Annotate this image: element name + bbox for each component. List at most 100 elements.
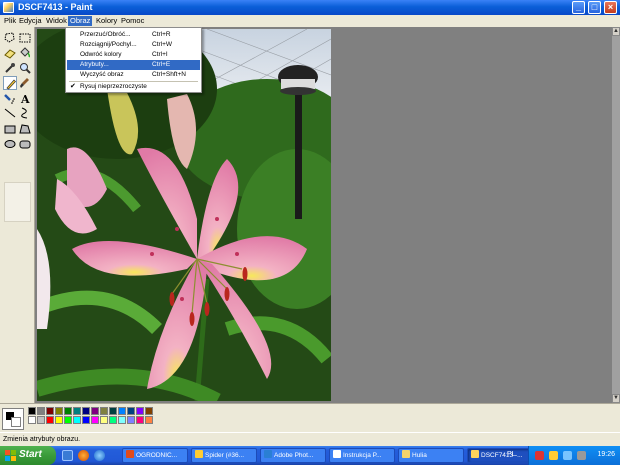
check-icon: ✔: [70, 83, 76, 90]
text-icon[interactable]: A: [18, 91, 32, 106]
antivirus-tray-icon[interactable]: [535, 451, 544, 460]
color-palette: [0, 403, 620, 432]
start-label: Start: [19, 449, 42, 460]
palette-swatch[interactable]: [64, 407, 72, 415]
volume-tray-icon[interactable]: [563, 451, 572, 460]
fill-bucket-icon[interactable]: [18, 46, 32, 60]
taskbar-button[interactable]: DSCF7413 -...: [467, 448, 533, 463]
menu-edycja[interactable]: Edycja: [17, 16, 44, 26]
browser-icon[interactable]: [94, 450, 105, 461]
palette-swatch[interactable]: [100, 407, 108, 415]
palette-swatch[interactable]: [28, 416, 36, 424]
language-indicator[interactable]: PL: [507, 451, 516, 458]
taskbar-button[interactable]: Adobe Phot...: [260, 448, 326, 463]
menu-item-clear-image[interactable]: Wyczyść obraz Ctrl+Shft+N: [67, 70, 200, 80]
palette-swatch[interactable]: [145, 407, 153, 415]
palette-swatch[interactable]: [145, 416, 153, 424]
rect-select-icon[interactable]: [18, 31, 32, 45]
rounded-rectangle-icon[interactable]: [18, 137, 32, 151]
system-tray: PL 19:26: [507, 446, 620, 465]
menu-bar: Plik Edycja Widok Obraz Kolory Pomoc: [0, 15, 620, 27]
palette-swatch[interactable]: [73, 407, 81, 415]
current-colors: [2, 408, 24, 430]
status-bar: Zmienia atrybuty obrazu.: [0, 432, 620, 446]
palette-swatch[interactable]: [82, 407, 90, 415]
close-button[interactable]: ×: [604, 1, 617, 14]
menu-item-stretch-skew[interactable]: Rozciągnij/Pochyl... Ctrl+W: [67, 40, 200, 50]
taskbar-button-label: OGRODNIC...: [136, 452, 178, 459]
palette-swatch[interactable]: [118, 407, 126, 415]
taskbar-button[interactable]: Instrukcja P...: [329, 448, 395, 463]
tool-options-box[interactable]: [4, 182, 31, 222]
palette-swatch[interactable]: [136, 416, 144, 424]
rectangle-icon[interactable]: [3, 122, 17, 136]
menu-item-attributes[interactable]: Atrybuty... Ctrl+E: [67, 60, 200, 70]
show-desktop-icon[interactable]: [62, 450, 73, 461]
firefox-icon[interactable]: [78, 450, 89, 461]
menu-obraz[interactable]: Obraz: [68, 16, 93, 26]
line-icon[interactable]: [3, 106, 17, 120]
taskbar-button-label: Adobe Phot...: [274, 452, 314, 459]
brush-icon[interactable]: [18, 76, 32, 90]
pencil-icon[interactable]: [3, 76, 17, 90]
ellipse-icon[interactable]: [3, 137, 17, 151]
taskbar-button[interactable]: Hulia: [398, 448, 464, 463]
taskbar-app-icon: [126, 450, 134, 458]
palette-swatch[interactable]: [46, 416, 54, 424]
palette-swatch[interactable]: [55, 407, 63, 415]
paint-app-icon[interactable]: [3, 2, 14, 13]
palette-swatch[interactable]: [136, 407, 144, 415]
toolbox: A: [0, 27, 35, 403]
palette-swatch[interactable]: [127, 416, 135, 424]
palette-swatch[interactable]: [91, 407, 99, 415]
palette-swatch[interactable]: [100, 416, 108, 424]
magnifier-icon[interactable]: [18, 61, 32, 75]
menu-widok[interactable]: Widok: [44, 16, 69, 26]
polygon-icon[interactable]: [18, 122, 32, 136]
palette-swatch[interactable]: [37, 416, 45, 424]
palette-swatch[interactable]: [127, 407, 135, 415]
menu-pomoc[interactable]: Pomoc: [119, 16, 146, 26]
window-title: DSCF7413 - Paint: [18, 2, 93, 12]
color-picker-icon[interactable]: [3, 61, 17, 75]
palette-swatch[interactable]: [109, 407, 117, 415]
eraser-icon[interactable]: [3, 46, 17, 60]
status-text: Zmienia atrybuty obrazu.: [3, 436, 81, 443]
maximize-button[interactable]: □: [588, 1, 601, 14]
palette-swatch[interactable]: [82, 416, 90, 424]
palette-swatch[interactable]: [64, 416, 72, 424]
taskbar-app-icon: [264, 450, 272, 458]
palette-swatch[interactable]: [109, 416, 117, 424]
palette-swatch[interactable]: [37, 407, 45, 415]
palette-swatch[interactable]: [73, 416, 81, 424]
clock[interactable]: 19:26: [597, 451, 615, 458]
airbrush-icon[interactable]: [3, 91, 17, 105]
palette-swatch[interactable]: [55, 416, 63, 424]
curve-icon[interactable]: [18, 106, 32, 120]
menu-kolory[interactable]: Kolory: [94, 16, 119, 26]
start-button[interactable]: Start: [0, 446, 56, 465]
taskbar-button-label: Hulia: [412, 452, 427, 459]
taskbar-button[interactable]: OGRODNIC...: [122, 448, 188, 463]
tray-icon[interactable]: [577, 451, 586, 460]
palette-swatch[interactable]: [28, 407, 36, 415]
scroll-up-arrow-icon[interactable]: ▲: [612, 27, 620, 36]
minimize-button[interactable]: _: [572, 1, 585, 14]
taskbar-app-icon: [402, 450, 410, 458]
background-color: [11, 417, 21, 427]
taskbar-button[interactable]: Spider (#36...: [191, 448, 257, 463]
title-bar: DSCF7413 - Paint _ □ ×: [0, 0, 620, 15]
taskbar-app-icon: [195, 450, 203, 458]
menu-item-draw-opaque[interactable]: ✔ Rysuj nieprzezroczyste: [67, 82, 200, 92]
free-select-icon[interactable]: [3, 31, 17, 45]
menu-item-invert-colors[interactable]: Odwróć kolory Ctrl+I: [67, 50, 200, 60]
palette-swatch[interactable]: [91, 416, 99, 424]
palette-swatch[interactable]: [46, 407, 54, 415]
network-tray-icon[interactable]: [549, 451, 558, 460]
menu-plik[interactable]: Plik: [2, 16, 18, 26]
palette-swatch[interactable]: [118, 416, 126, 424]
taskbar-button-label: Instrukcja P...: [343, 452, 382, 459]
vertical-scrollbar[interactable]: ▲ ▼: [612, 27, 620, 403]
scroll-down-arrow-icon[interactable]: ▼: [612, 394, 620, 403]
menu-item-flip-rotate[interactable]: Przerzuć/Obróć... Ctrl+R: [67, 30, 200, 40]
